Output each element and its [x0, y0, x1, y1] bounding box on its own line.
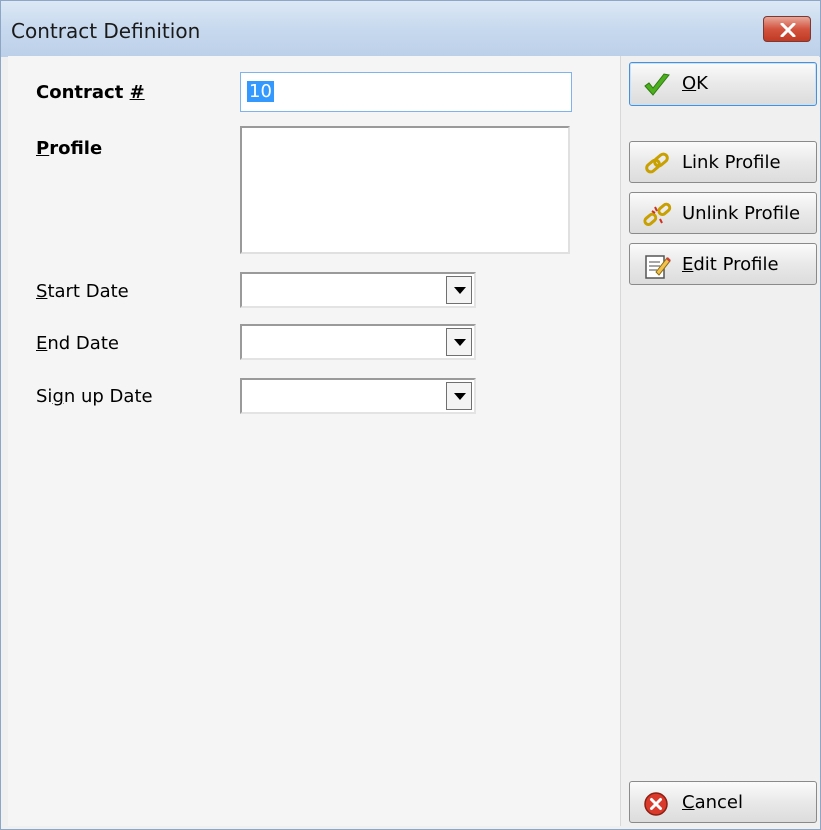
edit-profile-label: Edit Profile — [682, 254, 779, 275]
ok-label: OK — [682, 73, 708, 94]
checkmark-icon — [644, 73, 670, 96]
start-date-combo[interactable] — [240, 272, 476, 308]
start-date-label: Start Date — [36, 281, 129, 302]
ok-label-rest: K — [696, 73, 708, 94]
sign-up-date-text-pre: Si — [36, 386, 53, 407]
dropdown-arrow-icon — [454, 339, 466, 346]
end-date-combo[interactable] — [240, 324, 476, 360]
unlink-profile-label: Unlink Profile — [682, 203, 801, 224]
dropdown-arrow-icon — [454, 393, 466, 400]
sign-up-date-text: n up Date — [63, 386, 153, 407]
window-title: Contract Definition — [11, 19, 201, 43]
ok-button[interactable]: OK — [629, 62, 817, 106]
contract-label-text: Contract — [36, 82, 130, 103]
cancel-label: Cancel — [682, 792, 743, 813]
title-bar[interactable]: Contract Definition — [1, 1, 820, 57]
sign-up-date-combo[interactable] — [240, 378, 476, 414]
broken-chain-icon — [643, 202, 672, 226]
close-button[interactable] — [763, 16, 811, 42]
start-date-text: tart Date — [47, 281, 129, 302]
end-date-accesskey: E — [36, 333, 48, 354]
chain-link-icon — [645, 152, 669, 174]
sign-up-date-accesskey: g — [52, 386, 64, 407]
link-profile-button[interactable]: Link Profile — [629, 141, 817, 183]
ok-accesskey: O — [682, 73, 697, 94]
edit-accesskey: E — [682, 254, 694, 275]
contract-number-value: 10 — [247, 81, 274, 102]
start-date-accesskey: S — [36, 281, 48, 302]
sign-up-date-label: Sign up Date — [36, 386, 153, 407]
end-date-label: End Date — [36, 333, 119, 354]
link-profile-label: Link Profile — [682, 152, 781, 173]
edit-document-icon — [645, 255, 671, 279]
profile-label-accesskey: P — [36, 138, 50, 159]
cancel-label-rest: ancel — [694, 792, 743, 813]
cancel-button[interactable]: Cancel — [629, 781, 817, 823]
contract-label-accesskey: # — [129, 82, 145, 103]
edit-profile-button[interactable]: Edit Profile — [629, 243, 817, 285]
red-x-circle-icon — [644, 792, 668, 816]
unlink-profile-button[interactable]: Unlink Profile — [629, 192, 817, 234]
profile-label-text: rofile — [49, 138, 103, 159]
contract-number-label: Contract # — [36, 82, 145, 103]
edit-profile-label-rest: dit Profile — [693, 254, 779, 275]
end-date-dropdown-button[interactable] — [446, 328, 472, 356]
sign-up-date-dropdown-button[interactable] — [446, 382, 472, 410]
profile-field[interactable] — [240, 126, 570, 254]
start-date-dropdown-button[interactable] — [446, 276, 472, 304]
dropdown-arrow-icon — [454, 287, 466, 294]
cancel-accesskey: C — [682, 792, 695, 813]
end-date-text: nd Date — [47, 333, 119, 354]
profile-label: Profile — [36, 138, 102, 159]
contract-number-input[interactable]: 10 — [240, 72, 572, 112]
close-icon — [780, 23, 796, 37]
